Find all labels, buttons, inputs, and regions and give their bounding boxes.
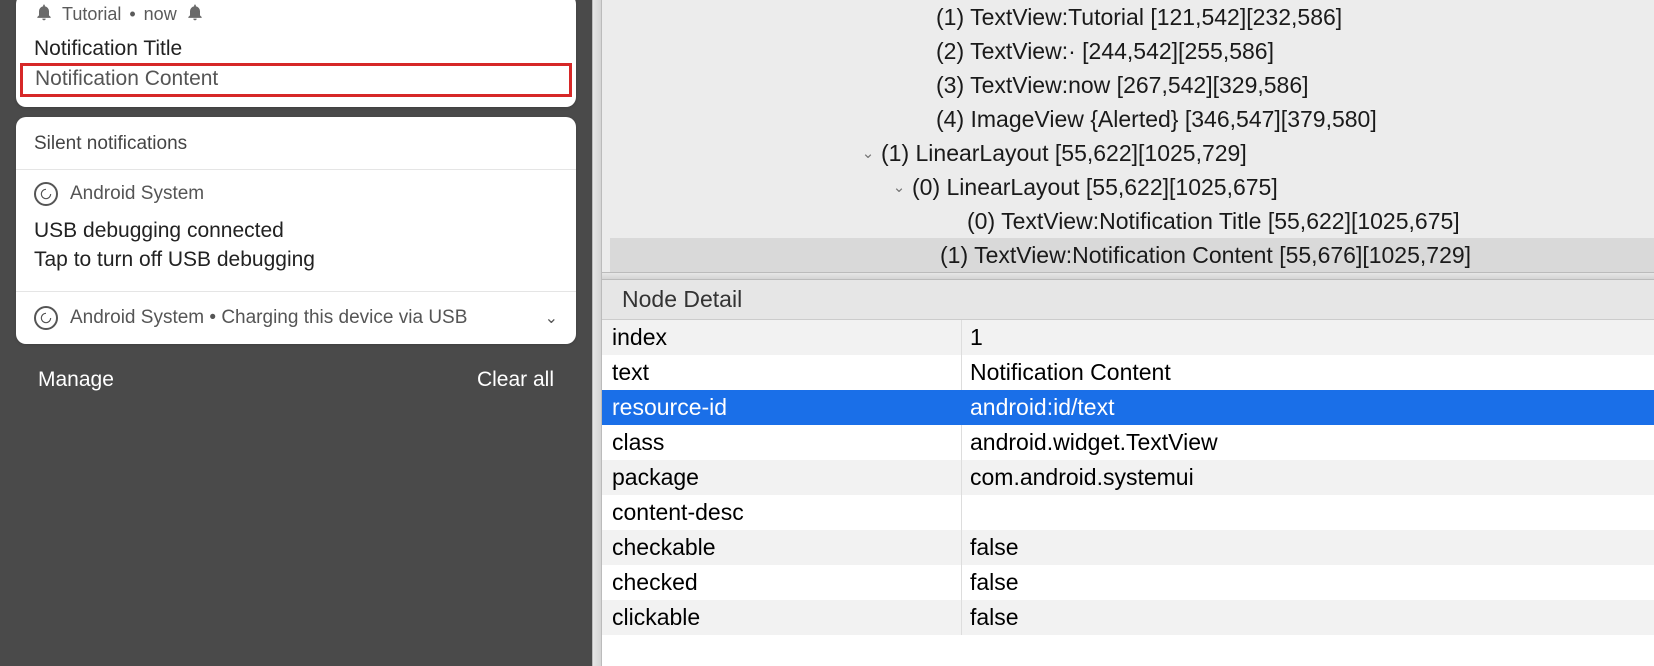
notif-dot: •	[129, 4, 135, 25]
android-system-label: Android System	[70, 183, 204, 205]
tree-node-label: (2) TextView:· [244,542][255,586]	[936, 38, 1274, 65]
tree-node-label: (1) TextView:Tutorial [121,542][232,586]	[936, 4, 1342, 31]
usb-debugging-body[interactable]: USB debugging connected Tap to turn off …	[16, 212, 576, 292]
detail-value: com.android.systemui	[962, 464, 1194, 491]
clear-all-button[interactable]: Clear all	[477, 368, 554, 392]
hierarchy-tree[interactable]: (1) TextView:Tutorial [121,542][232,586]…	[602, 0, 1654, 272]
detail-key: text	[602, 355, 962, 390]
inspector-pane: (1) TextView:Tutorial [121,542][232,586]…	[602, 0, 1654, 666]
notif-time: now	[144, 4, 177, 25]
shade-actions: Manage Clear all	[16, 354, 576, 406]
detail-row[interactable]: checkablefalse	[602, 530, 1654, 565]
alerted-icon	[185, 2, 205, 27]
notification-card[interactable]: Tutorial • now Notification Title Notifi…	[16, 0, 576, 107]
detail-row[interactable]: resource-idandroid:id/text	[602, 390, 1654, 425]
android-system-row: Android System	[16, 170, 576, 212]
notification-header: Tutorial • now	[16, 0, 576, 33]
node-detail-table[interactable]: index1textNotification Contentresource-i…	[602, 320, 1654, 666]
tree-row[interactable]: (2) TextView:· [244,542][255,586]	[610, 34, 1654, 68]
detail-row[interactable]: index1	[602, 320, 1654, 355]
notification-content: Notification Content	[35, 67, 557, 91]
detail-key: resource-id	[602, 390, 962, 425]
charging-row[interactable]: Android System • Charging this device vi…	[16, 292, 576, 344]
detail-key: checkable	[602, 530, 962, 565]
tree-node-label: (1) TextView:Notification Content [55,67…	[940, 242, 1471, 269]
android-system-icon	[34, 306, 58, 330]
detail-row[interactable]: packagecom.android.systemui	[602, 460, 1654, 495]
node-detail-header: Node Detail	[602, 280, 1654, 320]
detail-key: class	[602, 425, 962, 460]
detail-value: false	[962, 604, 1019, 631]
tree-row[interactable]: (3) TextView:now [267,542][329,586]	[610, 68, 1654, 102]
detail-value: Notification Content	[962, 359, 1171, 386]
disclosure-icon[interactable]: ⌄	[890, 178, 908, 196]
notification-title: Notification Title	[16, 33, 576, 63]
tree-row[interactable]: (1) TextView:Tutorial [121,542][232,586]	[610, 0, 1654, 34]
usb-line1: USB debugging connected	[34, 216, 558, 245]
tree-node-label: (0) TextView:Notification Title [55,622]…	[967, 208, 1460, 235]
detail-key: package	[602, 460, 962, 495]
detail-row[interactable]: textNotification Content	[602, 355, 1654, 390]
detail-value: 1	[962, 324, 983, 351]
vertical-splitter[interactable]	[592, 0, 602, 666]
detail-key: content-desc	[602, 495, 962, 530]
tree-row[interactable]: ⌄(1) LinearLayout [55,622][1025,729]	[610, 136, 1654, 170]
silent-header: Silent notifications	[16, 117, 576, 170]
horizontal-splitter[interactable]	[602, 272, 1654, 280]
detail-value: false	[962, 569, 1019, 596]
tree-row[interactable]: (0) TextView:Notification Title [55,622]…	[610, 204, 1654, 238]
tree-row[interactable]: (4) ImageView {Alerted} [346,547][379,58…	[610, 102, 1654, 136]
device-screen: Tutorial • now Notification Title Notifi…	[0, 0, 592, 666]
detail-row[interactable]: clickablefalse	[602, 600, 1654, 635]
notification-content-highlight: Notification Content	[20, 63, 572, 97]
manage-button[interactable]: Manage	[38, 368, 114, 392]
tree-node-label: (1) LinearLayout [55,622][1025,729]	[881, 140, 1247, 167]
notif-app-name: Tutorial	[62, 4, 121, 25]
tree-row[interactable]: (1) TextView:Notification Content [55,67…	[610, 238, 1654, 272]
disclosure-icon[interactable]: ⌄	[859, 144, 877, 162]
tree-node-label: (0) LinearLayout [55,622][1025,675]	[912, 174, 1278, 201]
detail-value: android.widget.TextView	[962, 429, 1218, 456]
detail-row[interactable]: classandroid.widget.TextView	[602, 425, 1654, 460]
silent-notifications-card[interactable]: Silent notifications Android System USB …	[16, 117, 576, 344]
chevron-down-icon[interactable]: ⌄	[545, 308, 558, 328]
usb-line2: Tap to turn off USB debugging	[34, 245, 558, 274]
android-system-icon	[34, 182, 58, 206]
detail-key: index	[602, 320, 962, 355]
tree-node-label: (4) ImageView {Alerted} [346,547][379,58…	[936, 106, 1377, 133]
detail-key: clickable	[602, 600, 962, 635]
detail-key: checked	[602, 565, 962, 600]
detail-row[interactable]: content-desc	[602, 495, 1654, 530]
detail-value: android:id/text	[962, 394, 1114, 421]
detail-row[interactable]: checkedfalse	[602, 565, 1654, 600]
detail-value: false	[962, 534, 1019, 561]
tree-row[interactable]: ⌄(0) LinearLayout [55,622][1025,675]	[610, 170, 1654, 204]
tree-node-label: (3) TextView:now [267,542][329,586]	[936, 72, 1309, 99]
bell-icon	[34, 2, 54, 27]
charging-text: Android System • Charging this device vi…	[70, 307, 467, 329]
